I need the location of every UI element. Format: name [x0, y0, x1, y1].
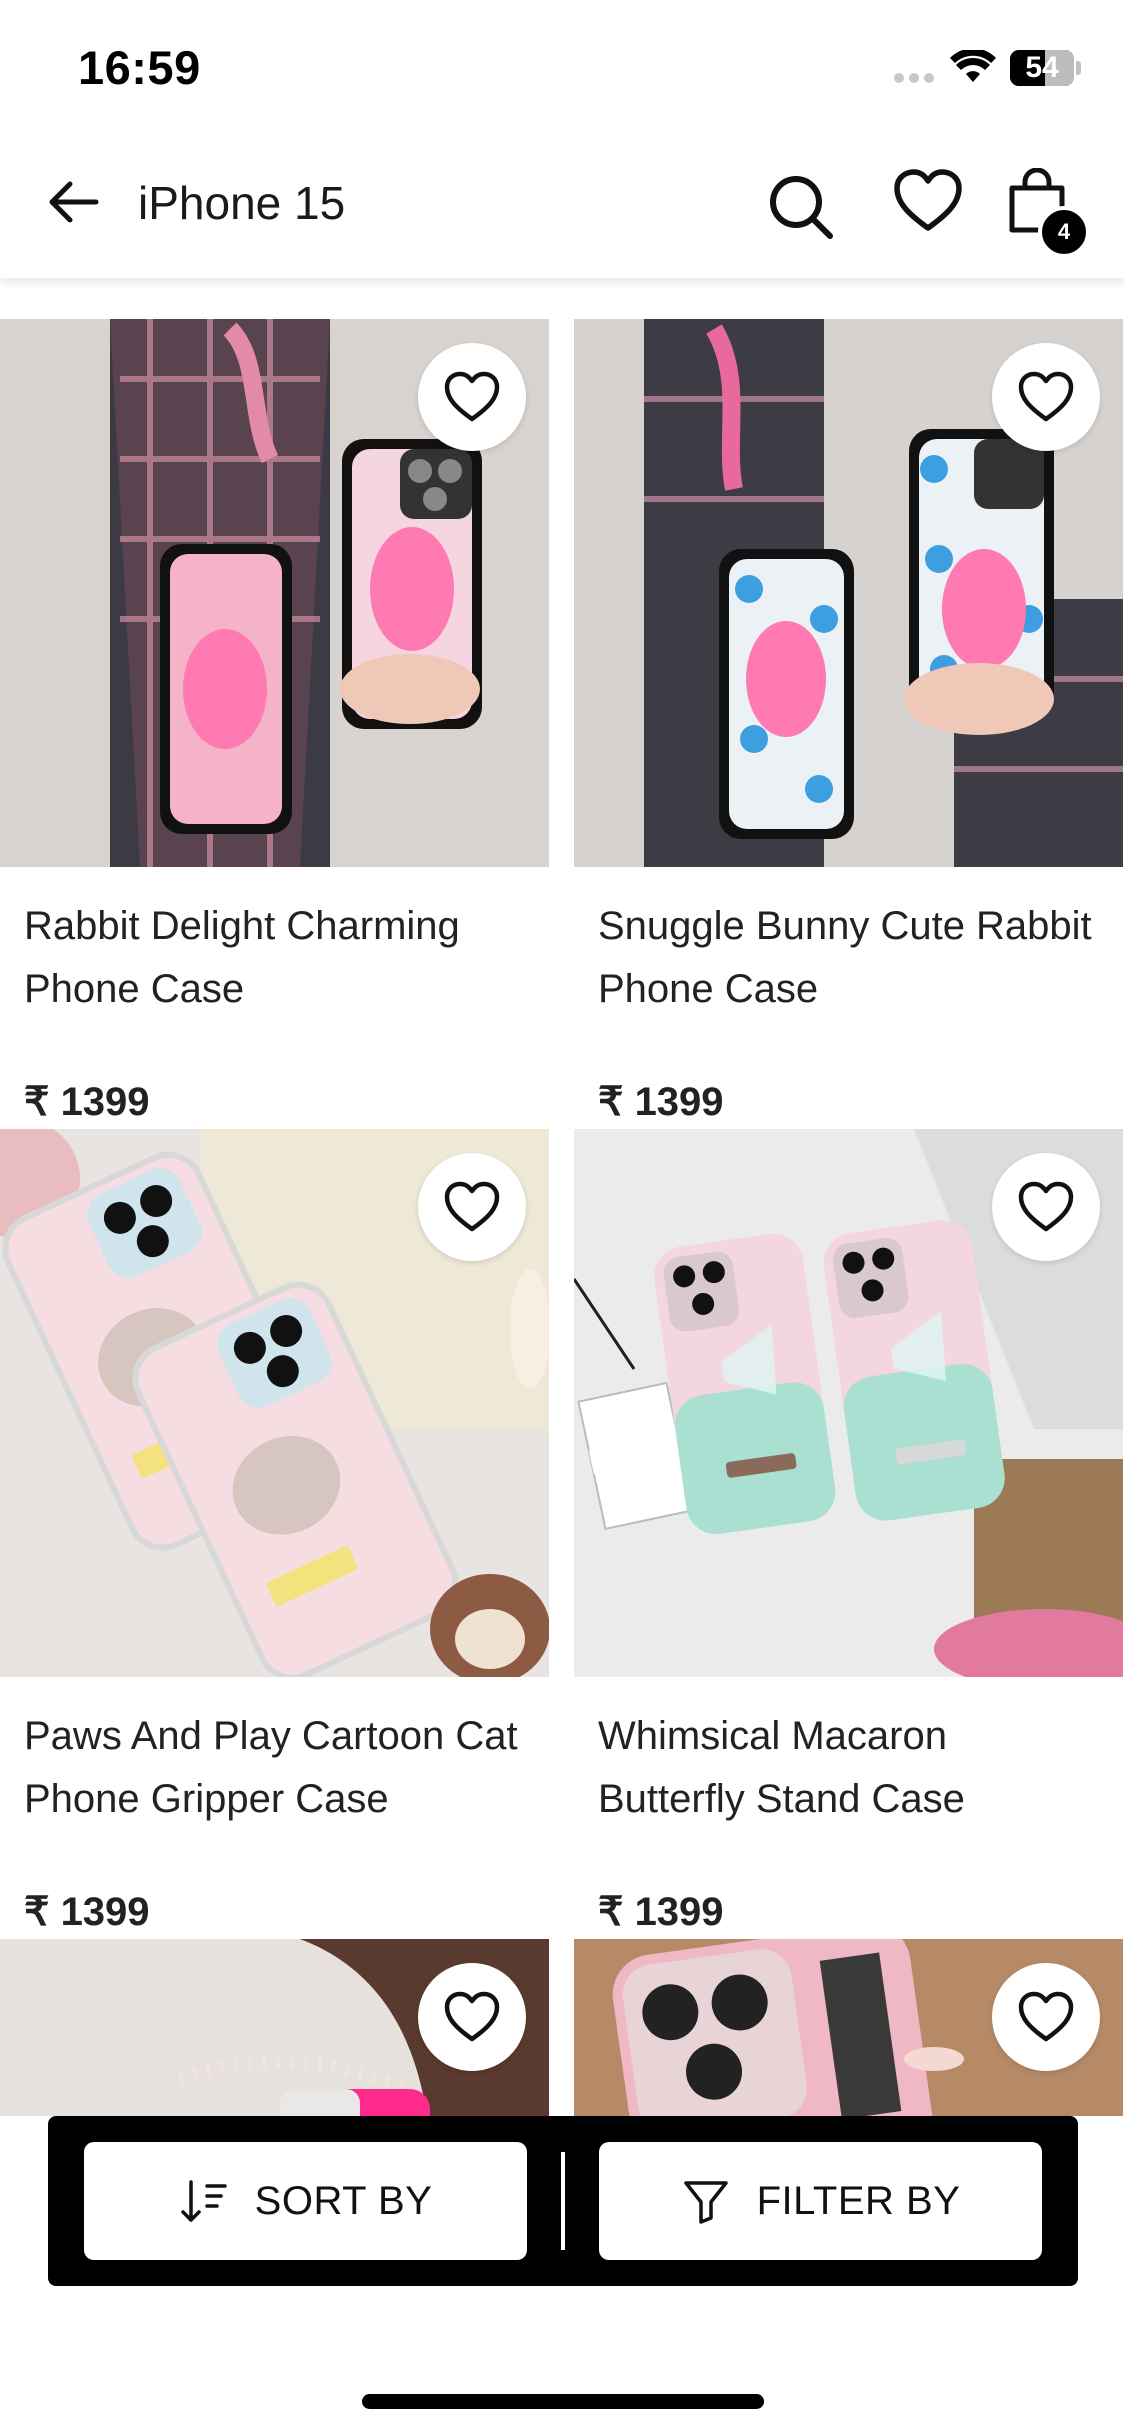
- divider: [561, 2152, 565, 2250]
- heart-icon: [444, 1181, 500, 1232]
- battery-tip: [1076, 61, 1081, 75]
- product-name[interactable]: Snuggle Bunny Cute Rabbit Phone Case: [598, 895, 1098, 1021]
- favorite-button[interactable]: [418, 1963, 526, 2071]
- status-bar: 16:59 54: [0, 0, 1125, 132]
- sort-label: SORT BY: [254, 2178, 433, 2223]
- cellular-signal-icon: [894, 70, 939, 88]
- heart-icon: [444, 371, 500, 422]
- favorite-button[interactable]: [992, 1963, 1100, 2071]
- favorite-button[interactable]: [992, 343, 1100, 451]
- favorite-button[interactable]: [418, 1153, 526, 1261]
- app-header: iPhone 15 4: [0, 132, 1125, 278]
- filter-button[interactable]: FILTER BY: [599, 2142, 1042, 2260]
- filter-icon: [683, 2181, 728, 2224]
- heart-icon: [1018, 371, 1074, 422]
- product-name[interactable]: Paws And Play Cartoon Cat Phone Gripper …: [24, 1705, 524, 1831]
- wishlist-heart-icon[interactable]: [893, 168, 963, 234]
- status-time: 16:59: [78, 41, 201, 94]
- product-grid: Rabbit Delight Charming Phone Case ₹ 139…: [0, 278, 1125, 2116]
- product-price: ₹ 1399: [598, 1080, 724, 1124]
- sort-icon: [180, 2180, 227, 2222]
- filter-label: FILTER BY: [756, 2178, 961, 2223]
- wifi-icon: [950, 50, 996, 82]
- favorite-button[interactable]: [418, 343, 526, 451]
- heart-icon: [1018, 1181, 1074, 1232]
- product-price: ₹ 1399: [24, 1890, 150, 1934]
- product-price: ₹ 1399: [24, 1080, 150, 1124]
- heart-icon: [444, 1991, 500, 2042]
- product-name[interactable]: Rabbit Delight Charming Phone Case: [24, 895, 524, 1021]
- sort-filter-bar: SORT BY FILTER BY: [48, 2116, 1078, 2286]
- battery-level: 54: [1025, 51, 1059, 84]
- page-title: iPhone 15: [138, 177, 346, 229]
- back-arrow-icon[interactable]: [44, 172, 104, 232]
- sort-button[interactable]: SORT BY: [84, 2142, 527, 2260]
- heart-icon: [1018, 1991, 1074, 2042]
- product-name[interactable]: Whimsical Macaron Butterfly Stand Case: [598, 1705, 1098, 1831]
- favorite-button[interactable]: [992, 1153, 1100, 1261]
- home-indicator[interactable]: [362, 2394, 764, 2409]
- product-price: ₹ 1399: [598, 1890, 724, 1934]
- battery-icon: 54: [1010, 50, 1074, 86]
- cart-count-badge: 4: [1038, 206, 1090, 258]
- search-icon[interactable]: [766, 172, 836, 242]
